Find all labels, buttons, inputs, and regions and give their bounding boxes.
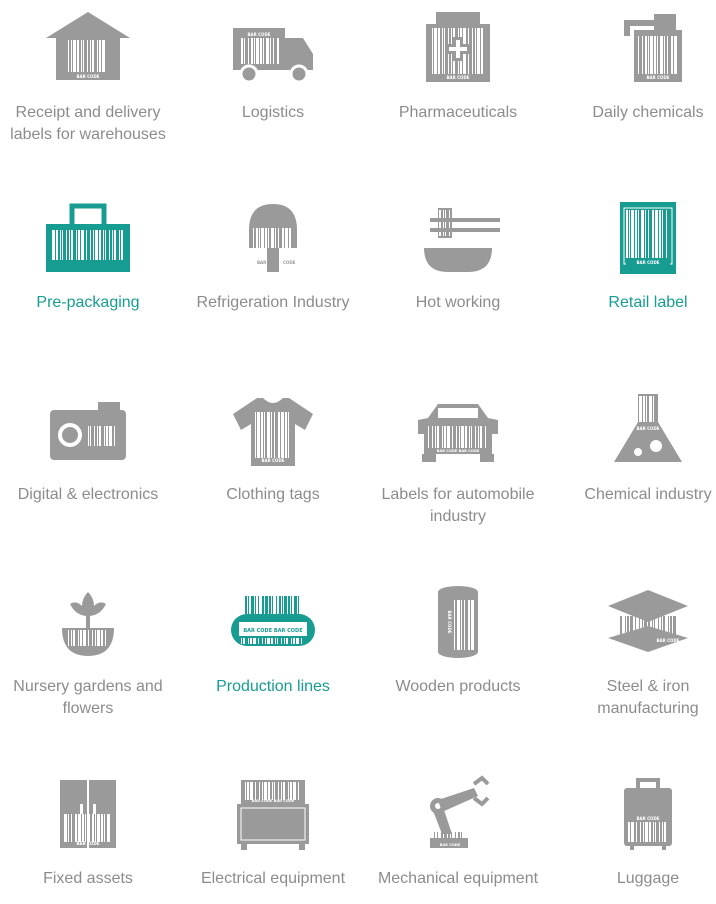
industry-label[interactable]: Electrical equipment (185, 868, 361, 890)
svg-text:BAR: BAR (257, 260, 266, 265)
industry-label[interactable]: Luggage (560, 868, 716, 890)
industry-label[interactable]: Nursery gardens and flowers (0, 676, 176, 720)
industry-tile[interactable]: BAR CODE Chemical industry (560, 390, 716, 506)
industry-label[interactable]: Production lines (185, 676, 361, 698)
warehouse-icon[interactable]: BAR CODE (38, 8, 138, 88)
industry-label[interactable]: Pre-packaging (0, 292, 176, 314)
camera-icon[interactable] (38, 390, 138, 470)
industry-tile[interactable]: BAR CODE Fixed assets (0, 774, 176, 890)
cabinet-icon[interactable]: BAR CODE (38, 774, 138, 854)
industry-label[interactable]: Clothing tags (185, 484, 361, 506)
tshirt-icon[interactable]: BAR CODE (223, 390, 323, 470)
industry-tile[interactable]: BAR CODE Retail label (560, 198, 716, 314)
flower-pot-icon[interactable] (38, 582, 138, 662)
industry-tile[interactable]: BAR CODE Luggage (560, 774, 716, 890)
svg-text:CODE: CODE (283, 260, 296, 265)
industry-label[interactable]: Daily chemicals (560, 102, 716, 124)
suitcase-icon[interactable]: BAR CODE (598, 774, 698, 854)
industry-label[interactable]: Labels for automobile industry (370, 484, 546, 528)
industry-label[interactable]: Digital & electronics (0, 484, 176, 506)
svg-text:BAR CODE: BAR CODE (76, 74, 99, 79)
svg-text:BAR CODE BAR CODE: BAR CODE BAR CODE (252, 799, 295, 803)
industry-tile[interactable]: BAR CODE Mechanical equipment (370, 774, 546, 890)
industry-tile[interactable]: BAR CODE Wooden products (370, 582, 546, 698)
industry-tile[interactable]: BAR CODE Clothing tags (185, 390, 361, 506)
industry-tile[interactable]: BAR CODE BAR CODE Production lines (185, 582, 361, 698)
noodle-bowl-icon[interactable] (408, 198, 508, 278)
basket-icon[interactable] (38, 198, 138, 278)
industry-tile[interactable]: BAR CODE BAR CODE Labels for automobile i… (370, 390, 546, 528)
truck-icon[interactable]: BAR CODE (223, 8, 323, 88)
industry-tile[interactable]: BAR CODE Steel & iron manufacturing (560, 582, 716, 720)
industry-label[interactable]: Receipt and delivery labels for warehous… (0, 102, 176, 146)
conveyor-icon[interactable]: BAR CODE BAR CODE (223, 582, 323, 662)
svg-text:BAR CODE: BAR CODE (447, 610, 452, 633)
flask-icon[interactable]: BAR CODE (598, 390, 698, 470)
industry-label[interactable]: Wooden products (370, 676, 546, 698)
industry-tile[interactable]: Nursery gardens and flowers (0, 582, 176, 720)
spray-bottle-icon[interactable]: BAR CODE (598, 8, 698, 88)
svg-text:BAR CODE: BAR CODE (247, 32, 270, 37)
electrical-box-icon[interactable]: BAR CODE BAR CODE (223, 774, 323, 854)
industry-label[interactable]: Logistics (185, 102, 361, 124)
industry-label[interactable]: Pharmaceuticals (370, 102, 546, 124)
svg-text:BAR CODE: BAR CODE (440, 843, 461, 847)
svg-text:BAR CODE BAR CODE: BAR CODE BAR CODE (437, 449, 480, 453)
industry-tile[interactable]: BAR CODE Logistics (185, 8, 361, 124)
industry-label[interactable]: Chemical industry (560, 484, 716, 506)
svg-text:BAR CODE: BAR CODE (261, 458, 284, 463)
industry-label[interactable]: Fixed assets (0, 868, 176, 890)
svg-text:BAR CODE: BAR CODE (646, 75, 669, 80)
car-icon[interactable]: BAR CODE BAR CODE (408, 390, 508, 470)
industry-tile[interactable]: Digital & electronics (0, 390, 176, 506)
svg-text:BAR CODE: BAR CODE (636, 816, 659, 821)
svg-text:BAR CODE: BAR CODE (76, 841, 99, 846)
svg-text:BAR CODE: BAR CODE (446, 75, 469, 80)
industry-tile[interactable]: BAR CODE Pharmaceuticals (370, 8, 546, 124)
industry-grid: BAR CODE Receipt and delivery labels for … (0, 0, 716, 904)
snack-bag-icon[interactable]: BAR CODE (598, 198, 698, 278)
svg-text:BAR CODE BAR CODE: BAR CODE BAR CODE (243, 628, 303, 634)
steel-sheet-icon[interactable]: BAR CODE (598, 582, 698, 662)
industry-tile[interactable]: BAR CODE Refrigeration Industry (185, 198, 361, 314)
industry-label[interactable]: Steel & iron manufacturing (560, 676, 716, 720)
svg-text:BAR CODE: BAR CODE (636, 260, 659, 265)
industry-label[interactable]: Retail label (560, 292, 716, 314)
svg-text:BAR CODE: BAR CODE (636, 426, 659, 431)
industry-label[interactable]: Refrigeration Industry (185, 292, 361, 314)
industry-label[interactable]: Mechanical equipment (370, 868, 546, 890)
log-icon[interactable]: BAR CODE (408, 582, 508, 662)
industry-tile[interactable]: Pre-packaging (0, 198, 176, 314)
svg-text:BAR CODE: BAR CODE (656, 638, 679, 643)
industry-tile[interactable]: BAR CODE Daily chemicals (560, 8, 716, 124)
ice-cream-icon[interactable]: BAR CODE (223, 198, 323, 278)
industry-tile[interactable]: Hot working (370, 198, 546, 314)
industry-tile[interactable]: BAR CODE BAR CODE Electrical equipment (185, 774, 361, 890)
robot-arm-icon[interactable]: BAR CODE (408, 774, 508, 854)
industry-label[interactable]: Hot working (370, 292, 546, 314)
medicine-box-icon[interactable]: BAR CODE (408, 8, 508, 88)
industry-tile[interactable]: BAR CODE Receipt and delivery labels for … (0, 8, 176, 146)
